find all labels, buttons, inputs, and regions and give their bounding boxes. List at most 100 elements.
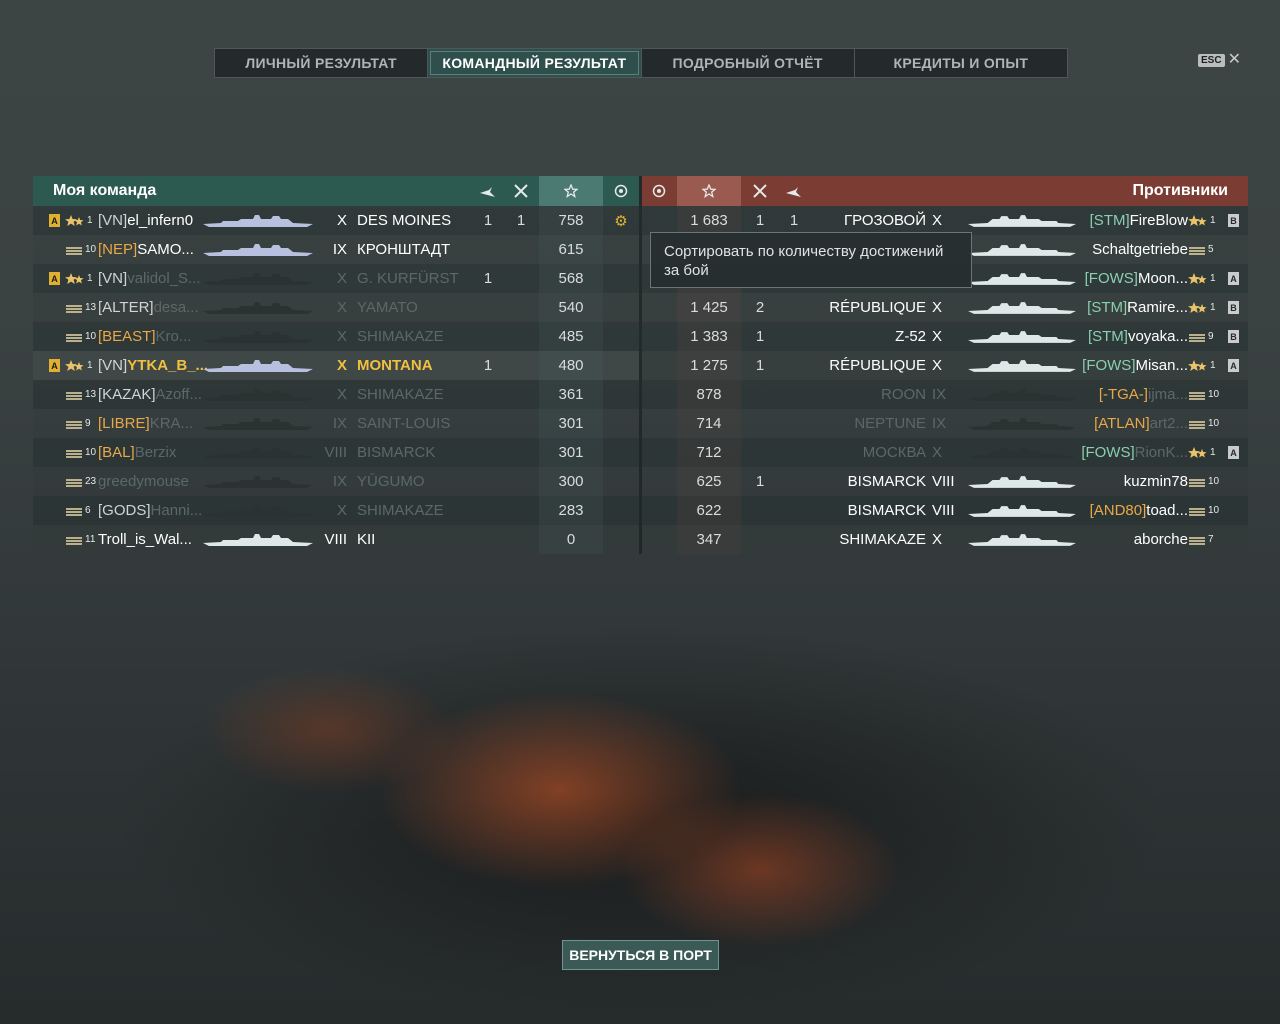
- sort-ships-button[interactable]: [507, 176, 535, 206]
- player-name: el_infern0: [127, 212, 194, 229]
- ship-silhouette: [203, 475, 313, 488]
- planes-count: [474, 438, 502, 467]
- ships-destroyed: [507, 467, 535, 496]
- table-row[interactable]: 23 greedymouse IX YŪGUMO 300: [33, 467, 639, 496]
- table-row[interactable]: 347 SHIMAKAZE Xaborche 7: [642, 525, 1248, 554]
- clan-tag: [STM]: [1089, 212, 1130, 229]
- clan-tag: [LIBRE]: [98, 415, 150, 432]
- ships-destroyed: [746, 409, 774, 438]
- ship-tier: X: [932, 531, 943, 548]
- star-icon: [564, 184, 578, 198]
- return-to-port-button[interactable]: ВЕРНУТЬСЯ В ПОРТ: [562, 940, 719, 970]
- enemy-team-header: Противники: [642, 176, 1248, 206]
- table-row[interactable]: 714 NEPTUNE IX [ATLAN] art2... 10: [642, 409, 1248, 438]
- ships-destroyed: [746, 496, 774, 525]
- rank-star-icon: [1188, 359, 1207, 371]
- achievement-icon: [605, 467, 637, 496]
- close-button[interactable]: ESC ✕: [1198, 52, 1241, 68]
- planes-count: [474, 525, 502, 554]
- planes-count: [474, 409, 502, 438]
- ship-name: BISMARCK: [847, 502, 926, 519]
- table-row[interactable]: 1 383 1 Z-52 X [STM] voyaka... 9 B: [642, 322, 1248, 351]
- player-level: 1: [1210, 447, 1216, 458]
- base-xp: 301: [539, 438, 603, 467]
- player-name: Ramire...: [1127, 299, 1188, 316]
- player-level: 1: [87, 360, 93, 371]
- table-row[interactable]: 1 275 1 RÉPUBLIQUE X [FOWS] Misan... 1 A: [642, 351, 1248, 380]
- sort-planes-button[interactable]: [474, 176, 502, 206]
- ship-tier: X: [336, 386, 347, 403]
- ship-name: SAINT-LOUIS: [357, 415, 451, 432]
- ship-silhouette: [968, 243, 1076, 256]
- ship-tier: X: [336, 212, 347, 229]
- rank-icon: [66, 420, 82, 429]
- sort-ships-button-enemy[interactable]: [746, 176, 774, 206]
- ship-tier: X: [932, 444, 943, 461]
- tab-detailed[interactable]: ПОДРОБНЫЙ ОТЧЁТ: [642, 49, 855, 77]
- planes-count: [474, 467, 502, 496]
- sort-tooltip: Сортировать по количеству достижений за …: [650, 232, 972, 288]
- sort-achievements-button-enemy[interactable]: [642, 176, 676, 206]
- player-name: Berzix: [134, 444, 177, 461]
- player-level: 6: [85, 505, 91, 516]
- achievement-icon: [605, 351, 637, 380]
- player-name: Misan...: [1135, 357, 1188, 374]
- base-xp: 480: [539, 351, 603, 380]
- table-row[interactable]: 6 [GODS] Hanni... X SHIMAKAZE 283: [33, 496, 639, 525]
- ship-silhouette: [968, 504, 1076, 517]
- table-row[interactable]: A 1 [VN] YTKA_B_... X MONTANA 1 480: [33, 351, 639, 380]
- player-name: Azoff...: [155, 386, 202, 403]
- sort-xp-button[interactable]: [539, 176, 603, 206]
- base-xp: 540: [539, 293, 603, 322]
- tab-credits[interactable]: КРЕДИТЫ И ОПЫТ: [855, 49, 1067, 77]
- ships-destroyed: [746, 525, 774, 554]
- achievement-icon: [605, 293, 637, 322]
- table-row[interactable]: 9 [LIBRE] KRA... IX SAINT-LOUIS 301: [33, 409, 639, 438]
- table-row[interactable]: 878 ROON IX [-TGA-] ijma... 10: [642, 380, 1248, 409]
- table-row[interactable]: 11 Troll_is_Wal... VIII KII 0: [33, 525, 639, 554]
- player-level: 10: [85, 331, 97, 342]
- ships-destroyed: 1: [755, 473, 765, 490]
- base-xp: 1 275: [677, 351, 741, 380]
- table-row[interactable]: A 1 [VN] el_infern0 X DES MOINES 1 1 758 ⚙: [33, 206, 639, 235]
- table-row[interactable]: 10 [BAL] Berzix VIII BISMARCK 301: [33, 438, 639, 467]
- table-row[interactable]: 10 [NEP] SAMO... IX КРОНШТАДТ 615: [33, 235, 639, 264]
- table-row[interactable]: 625 1 BISMARCK VIII kuzmin78 10: [642, 467, 1248, 496]
- player-level: 7: [1208, 534, 1214, 545]
- player-level: 1: [1210, 360, 1216, 371]
- base-xp: 301: [539, 409, 603, 438]
- table-row[interactable]: A 1 [VN] validol_S... X G. KURFÜRST 1 568: [33, 264, 639, 293]
- table-row[interactable]: 13 [KAZAK] Azoff... X SHIMAKAZE 361: [33, 380, 639, 409]
- ship-tier: X: [336, 299, 347, 316]
- ranked-badge: B: [1228, 214, 1239, 227]
- table-row[interactable]: 10 [BEAST] Kro... X SHIMAKAZE 485: [33, 322, 639, 351]
- achievement-icon: [605, 264, 637, 293]
- ship-name: МОСКВА: [862, 444, 926, 461]
- clan-tag: [BAL]: [98, 444, 135, 461]
- table-row[interactable]: 712 МОСКВА X [FOWS] RionK... 1 A: [642, 438, 1248, 467]
- planes-count: [474, 235, 502, 264]
- clan-tag: [GODS]: [98, 502, 151, 519]
- sort-achievements-button[interactable]: [605, 176, 637, 206]
- planes-count: [474, 496, 502, 525]
- clan-tag: [FOWS]: [1081, 444, 1135, 461]
- table-row[interactable]: 1 683 1 1 ГРОЗОВОЙ X [STM] FireBlow 1 B: [642, 206, 1248, 235]
- clan-tag: [STM]: [1087, 328, 1128, 345]
- ship-name: BISMARCK: [357, 444, 436, 461]
- table-row[interactable]: 1 425 2 RÉPUBLIQUE X [STM] Ramire... 1 B: [642, 293, 1248, 322]
- table-row[interactable]: 13 [ALTER] desa... X YAMATO 540: [33, 293, 639, 322]
- base-xp: 485: [539, 322, 603, 351]
- tab-team[interactable]: КОМАНДНЫЙ РЕЗУЛЬТАТ: [428, 49, 642, 77]
- sort-planes-button-enemy[interactable]: [780, 176, 808, 206]
- ship-silhouette: [203, 446, 313, 459]
- player-name: ijma...: [1147, 386, 1188, 403]
- ship-silhouette: [968, 417, 1076, 430]
- sort-xp-button-enemy[interactable]: [677, 176, 741, 206]
- player-name: kuzmin78: [1123, 473, 1188, 490]
- rank-star-icon: [1188, 301, 1207, 313]
- tab-personal[interactable]: ЛИЧНЫЙ РЕЗУЛЬТАТ: [215, 49, 429, 77]
- ranked-badge: A: [1228, 359, 1239, 372]
- clan-tag: [KAZAK]: [98, 386, 156, 403]
- rank-star-icon: [65, 272, 84, 284]
- table-row[interactable]: 622 BISMARCK VIII [AND80] toad... 10: [642, 496, 1248, 525]
